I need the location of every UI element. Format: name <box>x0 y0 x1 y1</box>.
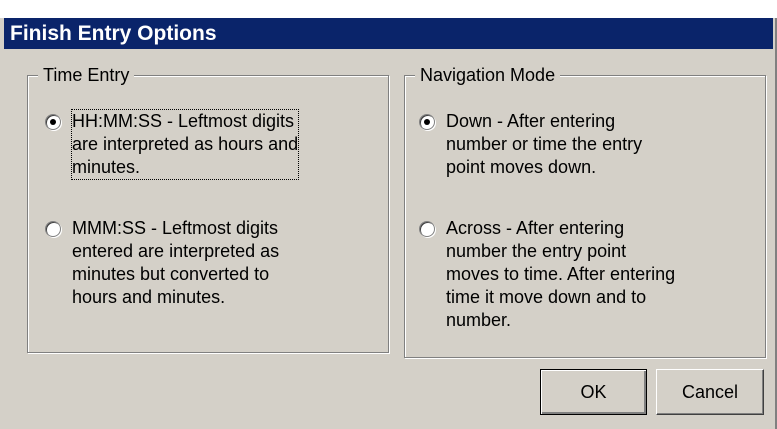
time-entry-option-hhmmss-label[interactable]: HH:MM:SS - Leftmost digits are interpret… <box>70 109 300 180</box>
time-entry-group: Time Entry HH:MM:SS - Leftmost digits ar… <box>27 63 389 353</box>
background-strip <box>0 0 777 18</box>
radio-selected-icon[interactable] <box>45 114 61 130</box>
navigation-mode-option-down[interactable]: Down - After entering number or time the… <box>419 110 642 179</box>
dialog-title: Finish Entry Options <box>10 22 217 45</box>
navigation-mode-option-across-label[interactable]: Across - After entering number the entry… <box>446 217 675 332</box>
ok-button[interactable]: OK <box>540 369 647 415</box>
finish-entry-options-dialog: Finish Entry Options Time Entry HH:MM:SS… <box>0 0 777 429</box>
time-entry-option-mmmss[interactable]: MMM:SS - Leftmost digits entered are int… <box>45 217 279 309</box>
radio-unselected-icon[interactable] <box>419 221 435 237</box>
radio-unselected-icon[interactable] <box>45 221 61 237</box>
dialog-title-bar[interactable]: Finish Entry Options <box>4 18 773 49</box>
screen: Finish Entry Options Time Entry HH:MM:SS… <box>0 0 777 429</box>
time-entry-group-label: Time Entry <box>38 63 135 87</box>
time-entry-option-hhmmss[interactable]: HH:MM:SS - Leftmost digits are interpret… <box>45 109 300 180</box>
navigation-mode-option-down-label[interactable]: Down - After entering number or time the… <box>446 110 642 179</box>
cancel-button[interactable]: Cancel <box>656 369 764 415</box>
time-entry-option-mmmss-label[interactable]: MMM:SS - Leftmost digits entered are int… <box>72 217 279 309</box>
navigation-mode-group-label: Navigation Mode <box>415 63 561 87</box>
navigation-mode-group: Navigation Mode Down - After entering nu… <box>404 63 766 358</box>
radio-selected-icon[interactable] <box>419 114 435 130</box>
navigation-mode-option-across[interactable]: Across - After entering number the entry… <box>419 217 675 332</box>
